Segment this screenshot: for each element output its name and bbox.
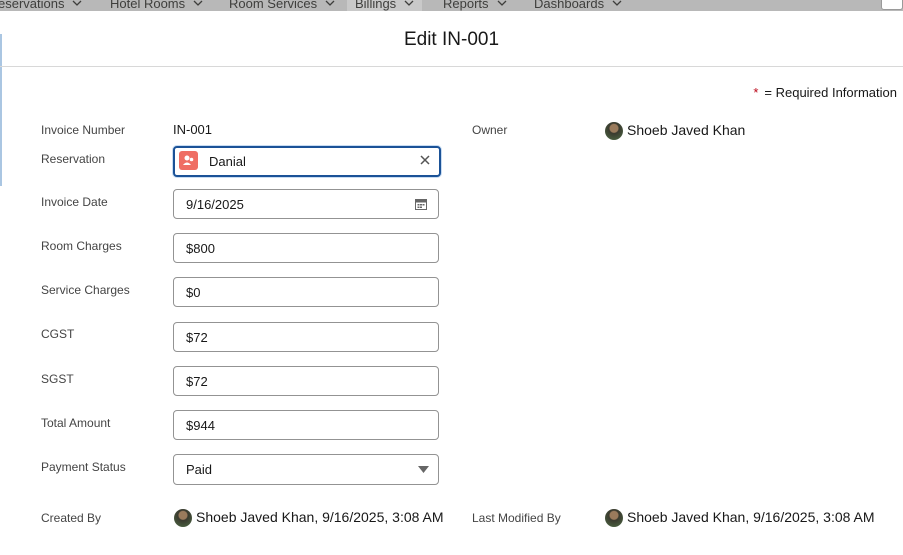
cgst-input[interactable]: $72 (173, 322, 439, 352)
invoice-date-input[interactable]: 9/16/2025 (173, 189, 439, 219)
caret-down-icon[interactable] (418, 466, 429, 473)
nav-tab-reservations[interactable]: eservations (0, 0, 82, 11)
modal-title: Edit IN-001 (403, 29, 500, 50)
last-modified-by-label: Last Modified By (472, 511, 561, 525)
payment-status-label: Payment Status (41, 460, 126, 474)
payment-status-select[interactable]: Paid (173, 454, 439, 485)
cgst-value: $72 (186, 330, 208, 345)
required-star: * (753, 85, 759, 100)
reservation-label: Reservation (41, 152, 106, 166)
service-charges-label: Service Charges (41, 283, 130, 297)
created-by-avatar (174, 509, 192, 527)
sgst-value: $72 (186, 374, 208, 389)
calendar-icon[interactable] (415, 198, 427, 210)
nav-tab-dashboards[interactable]: Dashboards (534, 0, 622, 11)
owner-avatar (605, 122, 623, 140)
chevron-down-icon[interactable] (325, 0, 335, 8)
nav-tab-label: Billings (355, 0, 397, 11)
total-amount-label: Total Amount (41, 416, 111, 430)
chevron-down-icon[interactable] (497, 0, 507, 8)
sgst-label: SGST (41, 372, 74, 386)
modal-header: Edit IN-001 (0, 11, 903, 67)
service-charges-input[interactable]: $0 (173, 277, 439, 307)
reservation-object-icon (179, 151, 198, 170)
nav-tab-label: Dashboards (534, 0, 605, 11)
nav-tab-hotel-rooms[interactable]: Hotel Rooms (110, 0, 203, 11)
service-charges-value: $0 (186, 285, 201, 300)
nav-tab-label: Reports (443, 0, 489, 11)
owner-link[interactable]: Shoeb Javed Khan (627, 122, 745, 138)
last-modified-by-avatar (605, 509, 623, 527)
reservation-value: Danial (209, 154, 246, 169)
chevron-down-icon[interactable] (72, 0, 82, 8)
invoice-number-value: IN-001 (173, 122, 213, 137)
room-charges-input[interactable]: $800 (173, 233, 439, 263)
edit-record-modal: Edit IN-001 * = Required Information Invo… (0, 11, 903, 555)
reservation-lookup[interactable]: Danial (173, 146, 441, 177)
chevron-down-icon[interactable] (404, 0, 414, 8)
nav-tab-billings[interactable]: Billings (347, 0, 423, 11)
total-amount-value: $944 (186, 418, 215, 433)
required-info-text: = Required Information (764, 85, 897, 100)
top-nav-bar: eservations Hotel Rooms Room Services Bi… (0, 0, 903, 11)
nav-tab-reports[interactable]: Reports (443, 0, 507, 11)
invoice-date-value: 9/16/2025 (186, 197, 244, 212)
chevron-down-icon[interactable] (193, 0, 203, 8)
required-info-note: * = Required Information (753, 85, 897, 100)
room-charges-value: $800 (186, 241, 215, 256)
cgst-label: CGST (41, 327, 75, 341)
created-by-value[interactable]: Shoeb Javed Khan, 9/16/2025, 3:08 AM (196, 509, 444, 525)
nav-tab-label: Hotel Rooms (110, 0, 186, 11)
room-charges-label: Room Charges (41, 239, 122, 253)
total-amount-input[interactable]: $944 (173, 410, 439, 440)
invoice-date-label: Invoice Date (41, 195, 108, 209)
nav-tab-label: Room Services (229, 0, 318, 11)
last-modified-by-value[interactable]: Shoeb Javed Khan, 9/16/2025, 3:08 AM (627, 509, 875, 525)
payment-status-value: Paid (186, 462, 213, 477)
nav-tab-room-services[interactable]: Room Services (229, 0, 335, 11)
nav-tab-label: eservations (0, 0, 65, 11)
owner-label: Owner (472, 123, 508, 137)
sgst-input[interactable]: $72 (173, 366, 439, 396)
chevron-down-icon[interactable] (612, 0, 622, 8)
invoice-number-label: Invoice Number (41, 123, 126, 137)
close-icon[interactable] (418, 153, 432, 167)
nav-edit-button[interactable] (881, 0, 903, 10)
created-by-label: Created By (41, 511, 102, 525)
